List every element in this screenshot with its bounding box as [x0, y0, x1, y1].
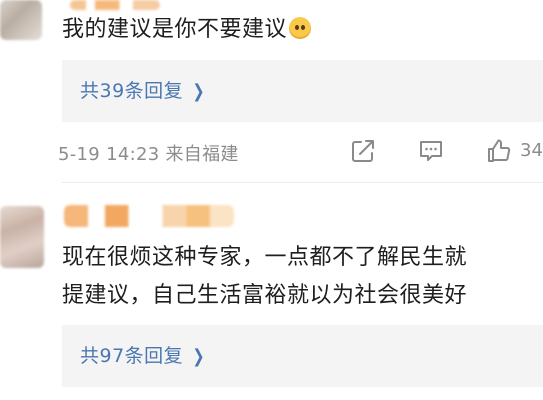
divider	[62, 182, 543, 183]
pleading-face-emoji-icon	[289, 17, 312, 39]
chevron-right-icon: ❯	[192, 346, 206, 367]
avatar[interactable]	[0, 0, 42, 40]
reply-box: 共39条回复 ❯	[62, 60, 543, 122]
comment-meta: 5-19 14:23 来自福建	[58, 144, 239, 165]
comment-text-line: 我的建议是你不要建议	[62, 17, 288, 42]
replies-count-label: 共39条回复	[80, 80, 184, 102]
replies-count-label: 共97条回复	[80, 345, 184, 367]
like-count: 34	[520, 140, 543, 161]
like-icon[interactable]	[486, 138, 512, 164]
comment-text: 我的建议是你不要建议	[62, 12, 312, 48]
reply-box: 共97条回复 ❯	[62, 325, 543, 387]
username-blurred[interactable]	[64, 205, 234, 227]
share-icon[interactable]	[350, 138, 376, 164]
comment-icon[interactable]	[418, 138, 444, 164]
comment-text-line: 提建议，自己生活富裕就以为社会很美好	[62, 283, 468, 308]
view-replies-link[interactable]: 共97条回复 ❯	[80, 341, 207, 368]
avatar[interactable]	[0, 206, 44, 268]
chevron-right-icon: ❯	[192, 81, 206, 102]
comment-text-line: 现在很烦这种专家，一点都不了解民生就	[62, 245, 468, 270]
view-replies-link[interactable]: 共39条回复 ❯	[80, 76, 207, 103]
username-blurred[interactable]	[70, 0, 160, 10]
